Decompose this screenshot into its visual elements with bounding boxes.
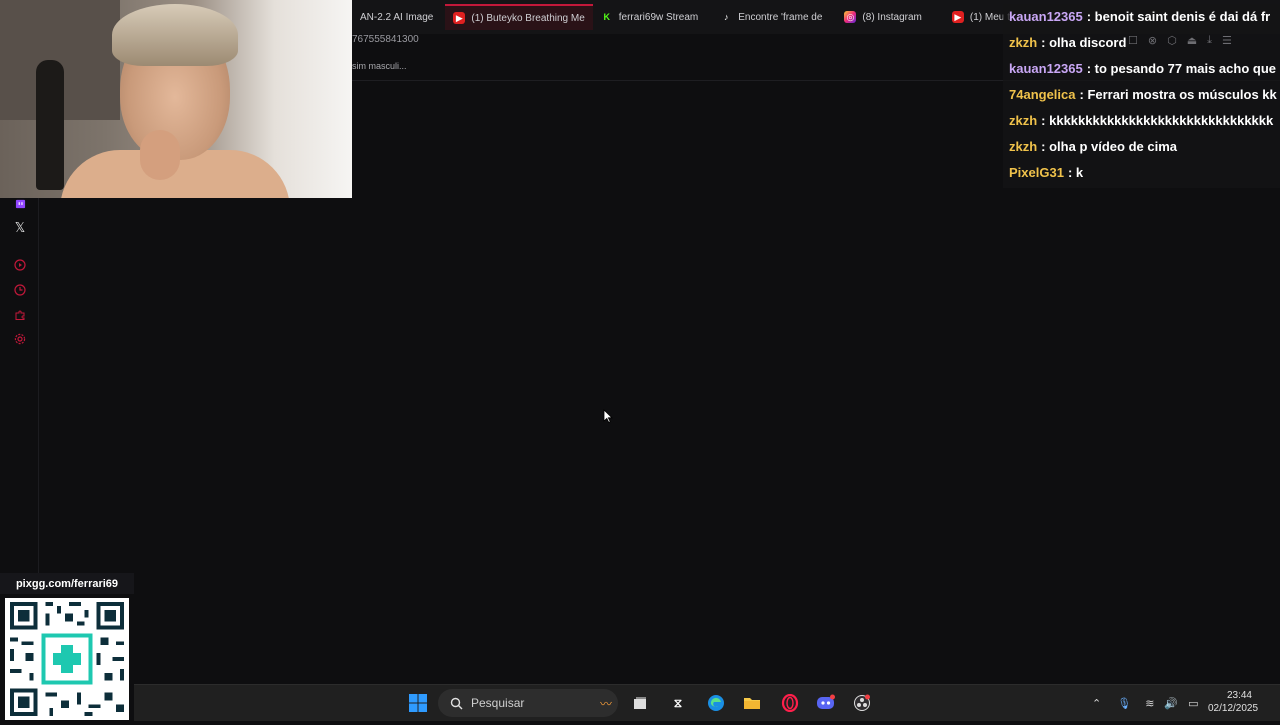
- taskbar-clock[interactable]: 23:44 02/12/2025: [1208, 689, 1259, 715]
- webcam-background-person: [36, 60, 64, 190]
- chat-message: kauan12365: to pesando 77 mais acho que: [1003, 56, 1280, 82]
- chat-username: 74angelica: [1009, 87, 1076, 102]
- pix-qr-code: [5, 598, 129, 720]
- chat-message: kauan12365: benoit saint denis é dai dá …: [1003, 4, 1280, 30]
- opera-gx-icon[interactable]: [780, 693, 800, 713]
- tab-label: (1) Buteyko Breathing Me: [471, 12, 585, 24]
- gear-icon[interactable]: [12, 331, 28, 347]
- pix-donation-label: pixgg.com/ferrari69: [0, 573, 134, 594]
- chat-username: PixelG31: [1009, 165, 1064, 180]
- chat-text: : Ferrari mostra os músculos kk: [1079, 87, 1277, 102]
- microphone-icon[interactable]: 🎙: [1117, 697, 1131, 710]
- instagram-icon: ◎: [844, 11, 857, 23]
- tab-label: AN-2.2 AI Image: [360, 11, 434, 23]
- browser-toolbar-icons: ☐ ⊗ ⬡ ⏏ ⤓ ☰: [1128, 34, 1232, 50]
- obs-icon[interactable]: [852, 693, 872, 713]
- download-icon[interactable]: ⤓: [1207, 34, 1212, 50]
- puzzle-icon[interactable]: [12, 307, 28, 323]
- clock-time: 23:44: [1226, 690, 1252, 701]
- page-subtext: sim masculi...: [352, 61, 407, 71]
- chat-message: zkzh: olha p vídeo de cima: [1003, 134, 1280, 160]
- file-explorer-icon[interactable]: [742, 693, 762, 713]
- chat-text: : olha p vídeo de cima: [1041, 139, 1177, 154]
- system-tray: ⌃ 🎙 ≋ 🔊 ▭: [1092, 685, 1199, 721]
- chat-username: zkzh: [1009, 139, 1038, 154]
- youtube-icon: ▶: [453, 12, 466, 24]
- tab-label: (8) Instagram: [862, 11, 922, 23]
- menu-icon[interactable]: ☰: [1222, 34, 1232, 50]
- taskbar-search[interactable]: Pesquisar 〰: [438, 689, 618, 717]
- clock-date: 02/12/2025: [1208, 703, 1259, 714]
- battery-icon[interactable]: ▭: [1188, 697, 1198, 710]
- webcam-overlay: [0, 0, 352, 198]
- chat-message: PixelG31: k: [1003, 160, 1280, 186]
- chevron-up-icon[interactable]: ⌃: [1092, 697, 1101, 710]
- webcam-streamer-hand: [140, 130, 180, 180]
- extensions-icon[interactable]: ⬡: [1167, 34, 1177, 50]
- youtube-icon: ▶: [951, 11, 964, 23]
- tab-ai-image[interactable]: AN-2.2 AI Image: [352, 4, 441, 30]
- tab-tiktok[interactable]: ♪ Encontre 'frame de: [712, 4, 830, 30]
- tab-label: ferrari69w Stream: [618, 11, 699, 23]
- chat-username: zkzh: [1009, 35, 1038, 50]
- chat-message: 74angelica: Ferrari mostra os músculos k…: [1003, 82, 1280, 108]
- discord-icon[interactable]: [816, 693, 836, 713]
- tab-label: Encontre 'frame de: [738, 11, 823, 23]
- clock-icon[interactable]: [12, 282, 28, 298]
- edge-icon[interactable]: [706, 693, 726, 713]
- chat-overlay: kauan12365: benoit saint denis é dai dá …: [1003, 4, 1280, 188]
- chat-text: : benoit saint denis é dai dá fr: [1086, 9, 1271, 24]
- chat-text: : k: [1067, 165, 1084, 180]
- webcam-streamer-hair: [112, 4, 238, 66]
- kick-icon: K: [603, 12, 611, 22]
- search-highlight-icon: 〰: [599, 696, 612, 711]
- bookmark-icon[interactable]: ☐: [1128, 34, 1138, 50]
- shield-icon[interactable]: ⊗: [1148, 34, 1157, 50]
- chat-text: : to pesando 77 mais acho que: [1086, 61, 1277, 76]
- play-circle-icon[interactable]: [12, 257, 28, 273]
- tab-instagram[interactable]: ◎ (8) Instagram: [836, 4, 929, 30]
- twitch-icon[interactable]: [12, 196, 28, 212]
- mouse-cursor-icon: [603, 409, 613, 423]
- chat-text: : kkkkkkkkkkkkkkkkkkkkkkkkkkkkkkk: [1041, 113, 1274, 128]
- chat-text: : olha discord: [1041, 35, 1127, 50]
- windows-taskbar: Pesquisar 〰 ⧖ ⌃ 🎙 ≋ 🔊 ▭ 23:44 02/12/2025: [134, 684, 1280, 721]
- volume-icon[interactable]: 🔊: [1164, 697, 1178, 710]
- task-view-icon[interactable]: [630, 693, 650, 713]
- tab-kick-stream[interactable]: K ferrari69w Stream: [593, 4, 706, 30]
- chat-username: kauan12365: [1009, 9, 1083, 24]
- search-icon: [450, 697, 463, 709]
- chat-username: zkzh: [1009, 113, 1038, 128]
- chat-message: zkzh: kkkkkkkkkkkkkkkkkkkkkkkkkkkkkkk: [1003, 108, 1280, 134]
- tab-buteyko[interactable]: ▶ (1) Buteyko Breathing Me: [445, 4, 593, 30]
- x-twitter-icon[interactable]: 𝕏: [12, 220, 28, 236]
- search-placeholder: Pesquisar: [471, 696, 525, 710]
- capcut-icon[interactable]: ⧖: [668, 693, 688, 713]
- windows-start-icon[interactable]: [408, 693, 428, 713]
- address-bar-fragment[interactable]: 767555841300: [352, 34, 1012, 50]
- left-icon-rail: 𝕏: [0, 198, 39, 578]
- chat-username: kauan12365: [1009, 61, 1083, 76]
- tiktok-icon: ♪: [723, 12, 729, 22]
- wifi-icon[interactable]: ≋: [1145, 697, 1154, 710]
- profile-icon[interactable]: ⏏: [1187, 34, 1197, 50]
